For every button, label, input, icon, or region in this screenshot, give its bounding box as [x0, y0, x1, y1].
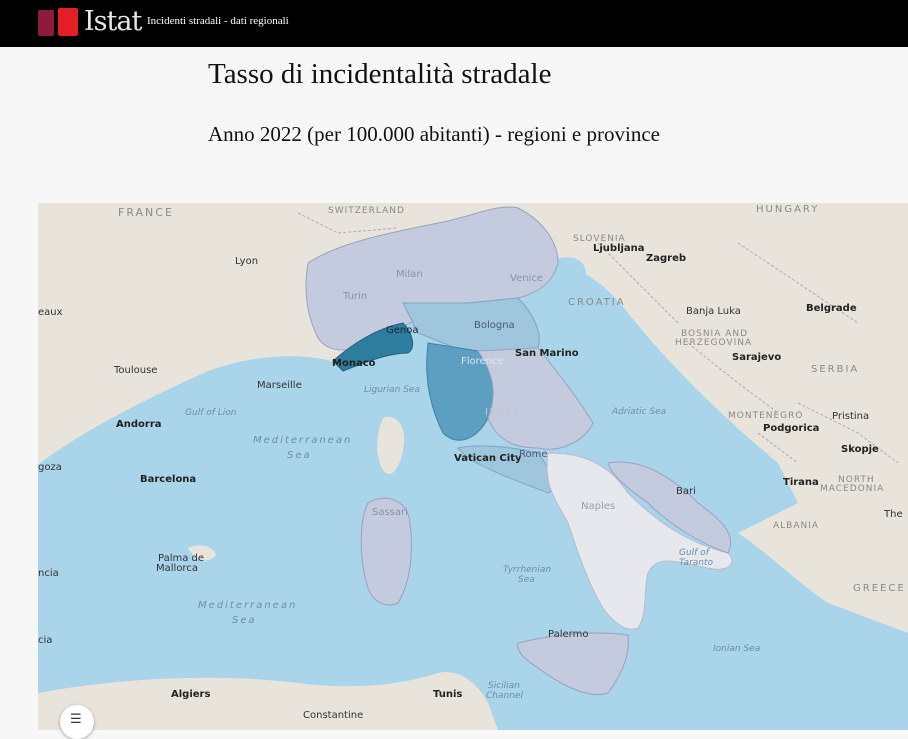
- city-label: Ljubljana: [593, 243, 645, 254]
- country-label: HUNGARY: [756, 204, 820, 215]
- logo-block-red: [58, 8, 78, 36]
- city-label: Naples: [581, 501, 616, 512]
- sea-label: Sicilian: [488, 681, 520, 691]
- list-icon: ☰: [70, 712, 82, 727]
- city-label: Pristina: [832, 411, 870, 422]
- country-label: HERZEGOVINA: [675, 338, 753, 348]
- country-label: FRANCE: [118, 206, 174, 219]
- edge-label: eaux: [38, 307, 63, 318]
- header-bar: Istat Incidenti stradali - dati regional…: [0, 0, 908, 47]
- city-label: Barcelona: [140, 474, 197, 485]
- country-label: SWITZERLAND: [328, 206, 405, 216]
- country-label: GREECE: [853, 583, 906, 594]
- city-label: Vatican City: [454, 453, 522, 464]
- istat-logo[interactable]: Istat: [38, 6, 142, 40]
- sea-label: Gulf of Lion: [185, 408, 237, 418]
- country-label: SERBIA: [811, 364, 860, 375]
- city-label: Podgorica: [763, 423, 820, 434]
- city-label: San Marino: [515, 348, 579, 359]
- city-label: Marseille: [257, 380, 302, 391]
- city-label: Andorra: [116, 419, 162, 430]
- city-label: Algiers: [171, 689, 211, 700]
- country-label: ITALY: [485, 407, 521, 418]
- sea-label: Sea: [232, 615, 257, 626]
- country-label: ALBANIA: [773, 521, 820, 531]
- app-title: Incidenti stradali - dati regionali: [147, 15, 289, 27]
- city-label: Banja Luka: [686, 306, 741, 317]
- logo-wordmark: Istat: [84, 6, 142, 37]
- logo-block-dark: [38, 10, 54, 36]
- sea-label: Adriatic Sea: [612, 407, 667, 417]
- sea-label: Sea: [518, 575, 535, 585]
- city-label: Genoa: [386, 325, 419, 336]
- country-label: CROATIA: [568, 297, 626, 308]
- sea-label: Ionian Sea: [713, 644, 761, 654]
- sea-label: Channel: [486, 691, 523, 701]
- city-label: Belgrade: [806, 303, 857, 314]
- edge-label: ncia: [38, 568, 59, 579]
- sea-label: Sea: [287, 450, 312, 461]
- city-label: Constantine: [303, 710, 364, 721]
- city-label: Skopje: [841, 444, 879, 455]
- page-subtitle: Anno 2022 (per 100.000 abitanti) - regio…: [208, 122, 660, 146]
- city-label: Florence: [461, 356, 504, 367]
- sea-label: Mediterranean: [253, 435, 353, 446]
- edge-label: The: [884, 509, 903, 520]
- city-label: Monaco: [332, 358, 376, 369]
- city-label: Toulouse: [114, 365, 158, 376]
- city-label: Tunis: [433, 689, 463, 700]
- city-label: Venice: [510, 273, 543, 284]
- city-label: Bologna: [474, 320, 515, 331]
- city-label: Sarajevo: [732, 352, 782, 363]
- city-label: Sassari: [372, 507, 408, 518]
- sea-label: Mediterranean: [198, 600, 298, 611]
- sea-label: Taranto: [679, 558, 714, 568]
- map-canvas[interactable]: FRANCE SWITZERLAND HUNGARY SLOVENIA CROA…: [38, 203, 908, 730]
- edge-label: cia: [38, 635, 53, 646]
- city-label: Mallorca: [156, 563, 198, 574]
- sea-label: Gulf of: [679, 548, 709, 558]
- city-label: Tirana: [783, 477, 819, 488]
- city-label: Bari: [676, 486, 696, 497]
- city-label: Turin: [343, 291, 368, 302]
- city-label: Lyon: [235, 256, 259, 267]
- city-label: Palermo: [548, 629, 589, 640]
- page-title: Tasso di incidentalità stradale: [208, 58, 552, 90]
- country-label: MONTENEGRO: [728, 411, 804, 421]
- city-label: Milan: [396, 269, 423, 280]
- legend-button[interactable]: ☰: [60, 705, 94, 739]
- edge-label: goza: [38, 462, 62, 473]
- city-label: Rome: [519, 449, 548, 460]
- country-label: MACEDONIA: [820, 484, 885, 494]
- basemap-svg: [38, 206, 908, 730]
- sea-label: Ligurian Sea: [364, 385, 420, 395]
- city-label: Zagreb: [646, 253, 687, 264]
- sea-label: Tyrrhenian: [503, 565, 552, 575]
